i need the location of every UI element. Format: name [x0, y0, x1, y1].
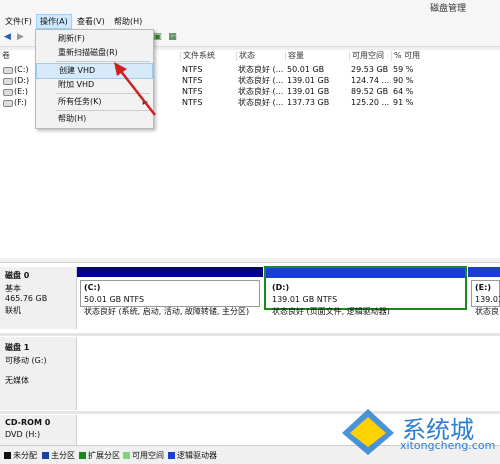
volume-name: (C:) — [14, 65, 29, 74]
legend-swatch — [79, 452, 86, 459]
volume-name: (E:) — [14, 87, 28, 96]
watermark-logo-icon — [342, 409, 394, 455]
volume-name: (D:) — [14, 76, 30, 85]
volume-fs: NTFS — [182, 98, 203, 107]
menu-action[interactable]: 操作(A) — [36, 14, 72, 29]
partition-c-box: (C:) 50.01 GB NTFS 状态良好 (系统, 启动, 活动, 故障转… — [80, 280, 260, 316]
partition-e[interactable]: (E:) 139.01 状态良 — [468, 267, 500, 316]
partition-d-box: (D:) 139.01 GB NTFS 状态良好 (页面文件, 逻辑驱动器) — [269, 281, 462, 316]
menu-help[interactable]: 帮助(H) — [111, 15, 145, 28]
partition-d[interactable]: (D:) 139.01 GB NTFS 状态良好 (页面文件, 逻辑驱动器) — [264, 266, 467, 316]
partition-bar — [468, 267, 500, 277]
volume-fs: NTFS — [182, 65, 203, 74]
watermark: 系统城 xitongcheng.com — [330, 405, 500, 460]
column-volume[interactable]: 卷 — [0, 51, 10, 61]
partition-d-size: 139.01 GB NTFS — [272, 295, 338, 304]
legend-item: 可用空间 — [123, 450, 164, 461]
watermark-text-en: xitongcheng.com — [400, 439, 496, 452]
partition-e-title: (E:) — [475, 283, 491, 292]
disk-1-type: 可移动 (G:) — [5, 356, 47, 365]
legend-item: 逻辑驱动器 — [168, 450, 217, 461]
volume-fs: NTFS — [182, 76, 203, 85]
column-filesystem[interactable]: 文件系统 — [180, 51, 215, 61]
volume-capacity: 139.01 GB — [287, 76, 330, 85]
disk-0-label[interactable]: 磁盘 0 基本 465.76 GB 联机 — [0, 267, 77, 329]
column-percent-free[interactable]: % 可用 — [391, 51, 420, 61]
volume-status: 状态良好 (... — [238, 98, 284, 107]
volume-free: 29.53 GB — [351, 65, 389, 74]
partition-c-size: 50.01 GB NTFS — [84, 295, 145, 304]
disk-separator — [0, 333, 500, 336]
menu-view[interactable]: 查看(V) — [74, 15, 108, 28]
disk-1-media: 无媒体 — [5, 376, 29, 385]
partition-bar — [77, 267, 263, 277]
partition-bar — [266, 268, 465, 278]
column-capacity[interactable]: 容量 — [285, 51, 304, 61]
column-status[interactable]: 状态 — [236, 51, 255, 61]
annotation-arrow-icon — [114, 62, 156, 116]
drive-icon — [3, 67, 13, 74]
column-free-space[interactable]: 可用空间 — [349, 51, 384, 61]
legend-swatch — [4, 452, 11, 459]
partition-c-status: 状态良好 (系统, 启动, 活动, 故障转储, 主分区) — [84, 307, 250, 316]
volume-name: (F:) — [14, 98, 27, 107]
volume-status: 状态良好 (... — [238, 87, 284, 96]
checklist-icon[interactable]: ▦ — [167, 32, 178, 43]
cdrom-0-name: CD-ROM 0 — [5, 418, 51, 427]
legend-item: 主分区 — [42, 450, 75, 461]
legend-swatch — [42, 452, 49, 459]
partition-d-title: (D:) — [272, 283, 290, 292]
volume-pct: 91 % — [393, 98, 414, 107]
volume-pct: 64 % — [393, 87, 414, 96]
partition-e-size: 139.01 — [475, 295, 500, 304]
partition-c[interactable]: (C:) 50.01 GB NTFS 状态良好 (系统, 启动, 活动, 故障转… — [77, 267, 263, 316]
volume-capacity: 50.01 GB — [287, 65, 325, 74]
volume-capacity: 139.01 GB — [287, 87, 330, 96]
volume-status: 状态良好 (... — [238, 65, 284, 74]
menu-file[interactable]: 文件(F) — [2, 15, 35, 28]
disk-0-state: 联机 — [5, 306, 21, 315]
cdrom-0-drive: DVD (H:) — [5, 430, 41, 439]
drive-icon — [3, 78, 13, 85]
partition-e-status: 状态良 — [475, 307, 499, 316]
volume-free: 124.74 ... — [351, 76, 390, 85]
volume-status: 状态良好 (... — [238, 76, 284, 85]
partition-d-status: 状态良好 (页面文件, 逻辑驱动器) — [272, 307, 390, 316]
partition-c-title: (C:) — [84, 283, 101, 292]
menu-bar: 文件(F) 操作(A) 查看(V) 帮助(H) — [0, 14, 500, 30]
legend-swatch — [123, 452, 130, 459]
menu-item-refresh[interactable]: 刷新(F) — [36, 32, 153, 46]
disk-0-type: 基本 — [5, 284, 21, 293]
disk-0-size: 465.76 GB — [5, 294, 48, 303]
drive-icon — [3, 100, 13, 107]
legend-swatch — [168, 452, 175, 459]
disk-1-name: 磁盘 1 — [5, 343, 30, 352]
disk-1-label[interactable]: 磁盘 1 可移动 (G:) 无媒体 — [0, 337, 77, 410]
legend-item: 未分配 — [4, 450, 37, 461]
volume-fs: NTFS — [182, 87, 203, 96]
volume-pct: 90 % — [393, 76, 414, 85]
drive-icon — [3, 89, 13, 96]
cdrom-0-label[interactable]: CD-ROM 0 DVD (H:) — [0, 415, 77, 445]
volume-free: 89.52 GB — [351, 87, 389, 96]
forward-icon[interactable]: ▶ — [15, 32, 26, 43]
volume-free: 125.20 ... — [351, 98, 390, 107]
disk-0-name: 磁盘 0 — [5, 271, 30, 280]
window-title: 磁盘管理 — [429, 4, 466, 14]
legend-item: 扩展分区 — [79, 450, 120, 461]
partition-e-box: (E:) 139.01 状态良 — [471, 280, 500, 316]
back-icon[interactable]: ◀ — [2, 32, 13, 43]
volume-capacity: 137.73 GB — [287, 98, 330, 107]
menu-item-rescan-disks[interactable]: 重新扫描磁盘(R) — [36, 46, 153, 60]
title-bar: 磁盘管理 — [0, 0, 500, 14]
volume-pct: 59 % — [393, 65, 414, 74]
